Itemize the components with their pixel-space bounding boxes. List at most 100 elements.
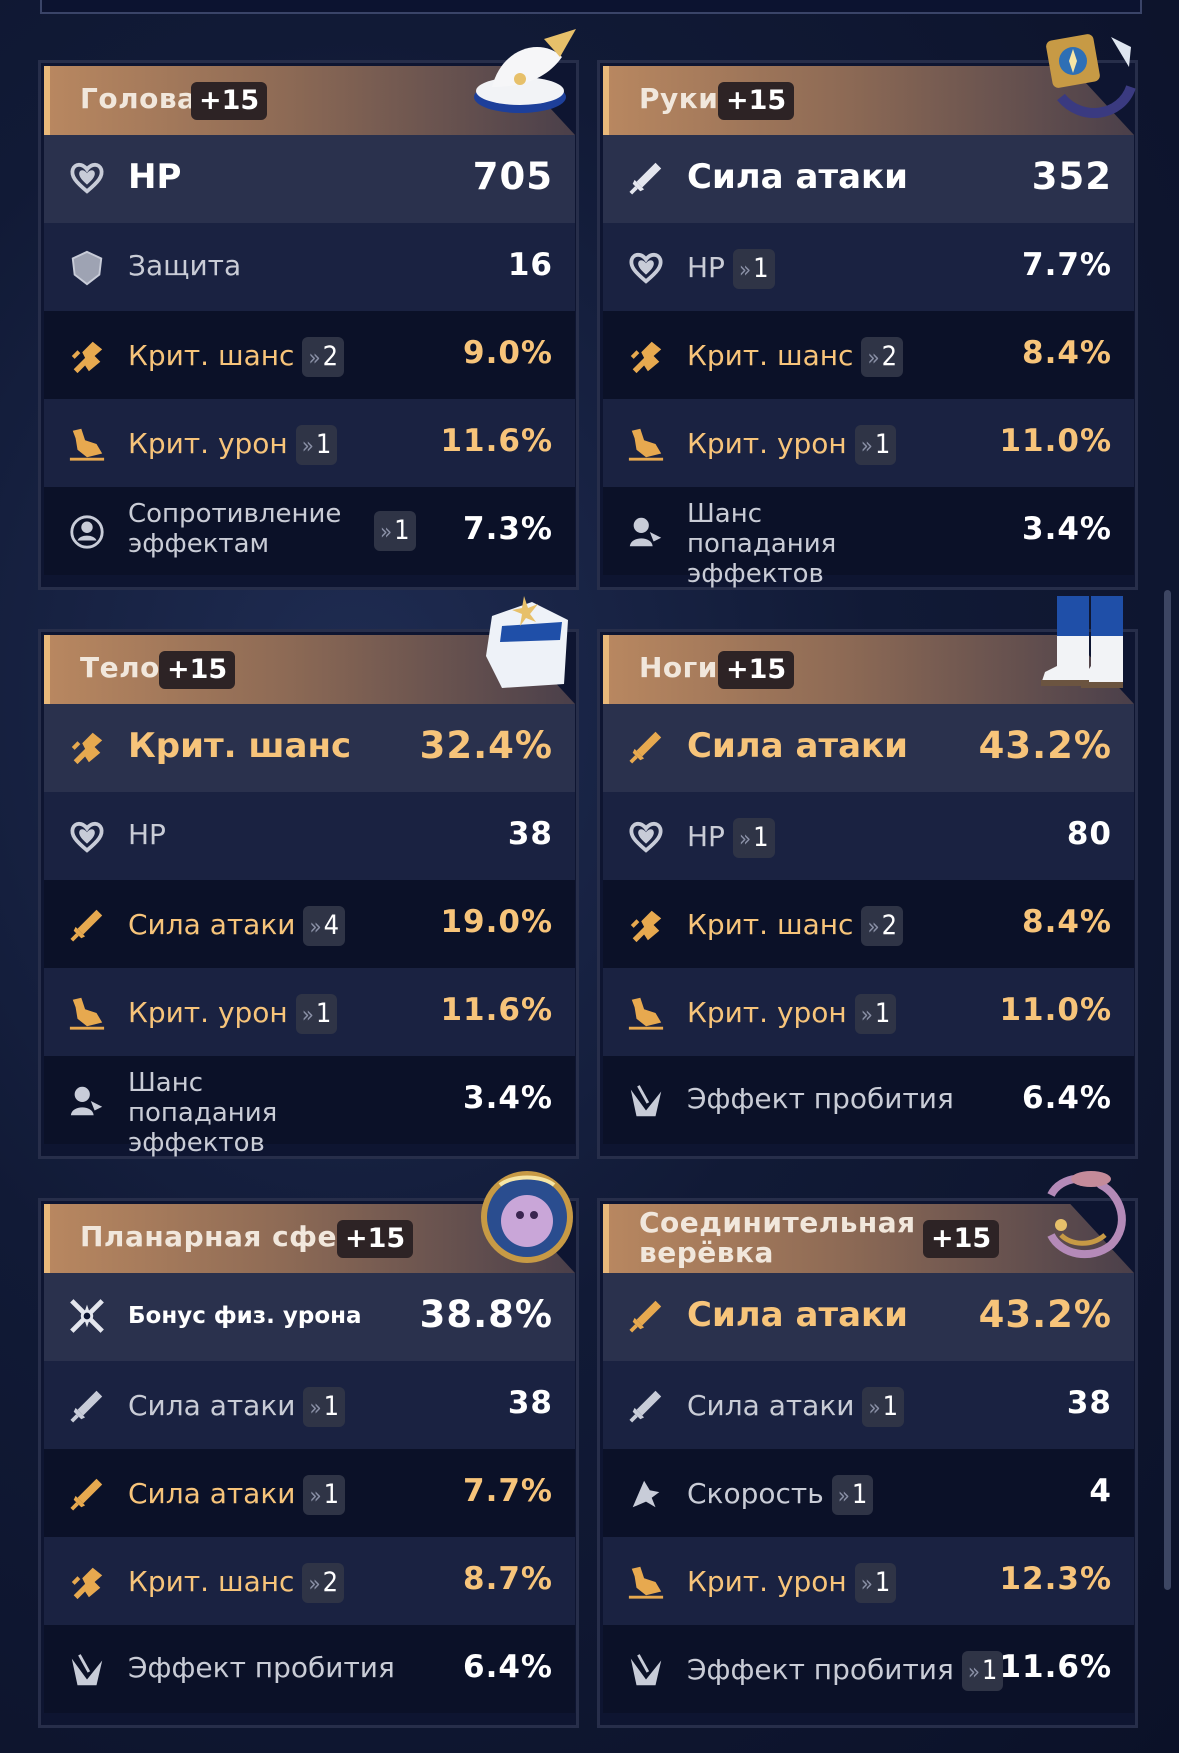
substat-value: 7.7% xyxy=(1022,247,1112,283)
substat-value: 12.3% xyxy=(999,1561,1112,1597)
substat-name: Эффект пробития xyxy=(687,1653,954,1686)
roll-count-badge: »1 xyxy=(854,425,897,465)
substat-name-wrap: Крит. шанс »2 xyxy=(687,906,904,946)
substat-name: Крит. шанс xyxy=(128,1565,295,1598)
crit-rate-icon xyxy=(68,728,106,766)
relic-card-body[interactable]: Тело +15 Крит. шанс 32.4% HP 38 Сила атаки »4 19… xyxy=(38,596,579,1159)
level-badge: +15 xyxy=(718,82,795,120)
main-stat-row: Сила атаки 352 xyxy=(603,135,1134,223)
substat-row: Скорость »1 4 xyxy=(603,1449,1134,1537)
substat-value: 11.6% xyxy=(440,992,553,1028)
hat-icon xyxy=(472,27,582,127)
upgrade-chevron-icon: » xyxy=(309,1396,322,1421)
main-stat-name: Бонус физ. урона xyxy=(128,1303,362,1329)
upgrade-chevron-icon: » xyxy=(860,1572,873,1597)
relic-card-head[interactable]: Голова +15 HP 705 Защита 16 Крит. шанс »2 9.0% Кр… xyxy=(38,29,579,590)
relic-card-feet[interactable]: Ноги +15 Сила атаки 43.2% HP »1 80 Крит. шанс »2… xyxy=(597,596,1138,1159)
level-badge: +15 xyxy=(337,1220,414,1258)
roll-count-badge: »1 xyxy=(303,1475,346,1515)
slot-title: Руки xyxy=(639,82,719,115)
roll-count-badge: »1 xyxy=(732,249,775,289)
substat-value: 16 xyxy=(507,247,553,283)
crit-dmg-icon xyxy=(627,994,665,1032)
roll-count-badge: »1 xyxy=(295,425,338,465)
upgrade-chevron-icon: » xyxy=(860,1003,873,1028)
roll-count-badge: »1 xyxy=(854,1563,897,1603)
upgrade-chevron-icon: » xyxy=(301,1003,314,1028)
defense-shield-icon xyxy=(68,249,106,287)
level-badge: +15 xyxy=(159,651,236,689)
roll-count: 1 xyxy=(882,1391,899,1422)
roll-count: 1 xyxy=(981,1655,998,1686)
substat-value: 7.3% xyxy=(463,511,553,547)
attack-sword-icon xyxy=(627,728,665,766)
relic-card-hands[interactable]: Руки +15 Сила атаки 352 HP »1 7.7% Крит. шанс »2… xyxy=(597,34,1138,590)
substat-value: 11.0% xyxy=(999,992,1112,1028)
crit-dmg-icon xyxy=(68,425,106,463)
substat-value: 11.0% xyxy=(999,423,1112,459)
substat-name: Крит. урон xyxy=(687,1565,847,1598)
attack-sword-icon xyxy=(68,1387,106,1425)
slot-title: Голова xyxy=(80,82,197,115)
substat-name-wrap: Сила атаки »4 xyxy=(128,906,346,946)
substat-name-wrap: Эффект пробития xyxy=(687,1082,954,1115)
crit-dmg-icon xyxy=(627,425,665,463)
substat-row: Шанс попадания эффектов 3.4% xyxy=(603,487,1134,589)
upgrade-chevron-icon: » xyxy=(868,1396,881,1421)
substat-name: Сила атаки xyxy=(128,1389,296,1422)
substat-row: Крит. шанс »2 8.7% xyxy=(44,1537,575,1625)
substat-name: HP xyxy=(687,251,725,284)
substat-name-wrap: Сила атаки »1 xyxy=(128,1387,346,1427)
substat-value: 8.4% xyxy=(1022,904,1112,940)
level-badge: +15 xyxy=(923,1220,1000,1258)
substat-name: Эффект пробития xyxy=(687,1082,954,1115)
relic-card-planar-sphere[interactable]: Планарная сфера +15 Бонус физ. урона 38.8% С… xyxy=(38,1171,579,1728)
substat-row: HP »1 7.7% xyxy=(603,223,1134,311)
substat-value: 6.4% xyxy=(1022,1080,1112,1116)
substat-name-wrap: Крит. урон »1 xyxy=(128,425,338,465)
upgrade-chevron-icon: » xyxy=(308,346,321,371)
substat-value: 38 xyxy=(507,816,553,852)
substat-name: Шанс попадания эффектов xyxy=(687,499,837,589)
substat-row: Сила атаки »1 7.7% xyxy=(44,1449,575,1537)
substat-name: Сила атаки xyxy=(128,908,296,941)
substat-value: 7.7% xyxy=(463,1473,553,1509)
substat-value: 8.7% xyxy=(463,1561,553,1597)
roll-count-badge: »1 xyxy=(732,818,775,858)
roll-count: 2 xyxy=(881,910,898,941)
planar-sphere-icon xyxy=(472,1165,582,1265)
roll-count: 1 xyxy=(874,1567,891,1598)
roll-count: 4 xyxy=(323,910,340,941)
substat-row: Шанс попадания эффектов 3.4% xyxy=(44,1056,575,1158)
main-stat-row: HP 705 xyxy=(44,135,575,223)
substat-row: Эффект пробития 6.4% xyxy=(44,1625,575,1713)
hp-heart-icon xyxy=(68,818,106,856)
substat-name-wrap: Сила атаки »1 xyxy=(687,1387,905,1427)
scrollbar[interactable] xyxy=(1164,590,1171,1590)
link-rope-icon xyxy=(1031,1165,1141,1265)
slot-title: Тело xyxy=(80,651,160,684)
upgrade-chevron-icon: » xyxy=(837,1484,850,1509)
substat-value: 8.4% xyxy=(1022,335,1112,371)
roll-count: 1 xyxy=(323,1391,340,1422)
substat-name-wrap: Защита xyxy=(128,249,241,282)
hp-heart-icon xyxy=(627,249,665,287)
main-stat-name: Сила атаки xyxy=(687,726,908,766)
roll-count: 2 xyxy=(322,341,339,372)
relic-card-link-rope[interactable]: Соединительная верёвка +15 Сила атаки 43.2%… xyxy=(597,1171,1138,1728)
substat-name-wrap: Крит. урон »1 xyxy=(128,994,338,1034)
crit-rate-icon xyxy=(68,337,106,375)
main-stat-name: Крит. шанс xyxy=(128,726,352,766)
substat-name: Крит. урон xyxy=(687,427,847,460)
roll-count-badge: »1 xyxy=(303,1387,346,1427)
roll-count: 2 xyxy=(322,1567,339,1598)
substat-row: Защита 16 xyxy=(44,223,575,311)
main-stat-name: Сила атаки xyxy=(687,1295,908,1335)
substat-name-wrap: Крит. шанс »2 xyxy=(128,337,345,377)
attack-sword-icon xyxy=(68,906,106,944)
substat-name-wrap: Сила атаки »1 xyxy=(128,1475,346,1515)
substat-name: Защита xyxy=(128,249,242,282)
main-stat-name: Сила атаки xyxy=(687,157,908,197)
speed-icon xyxy=(627,1475,665,1513)
roll-count-badge: »1 xyxy=(295,994,338,1034)
